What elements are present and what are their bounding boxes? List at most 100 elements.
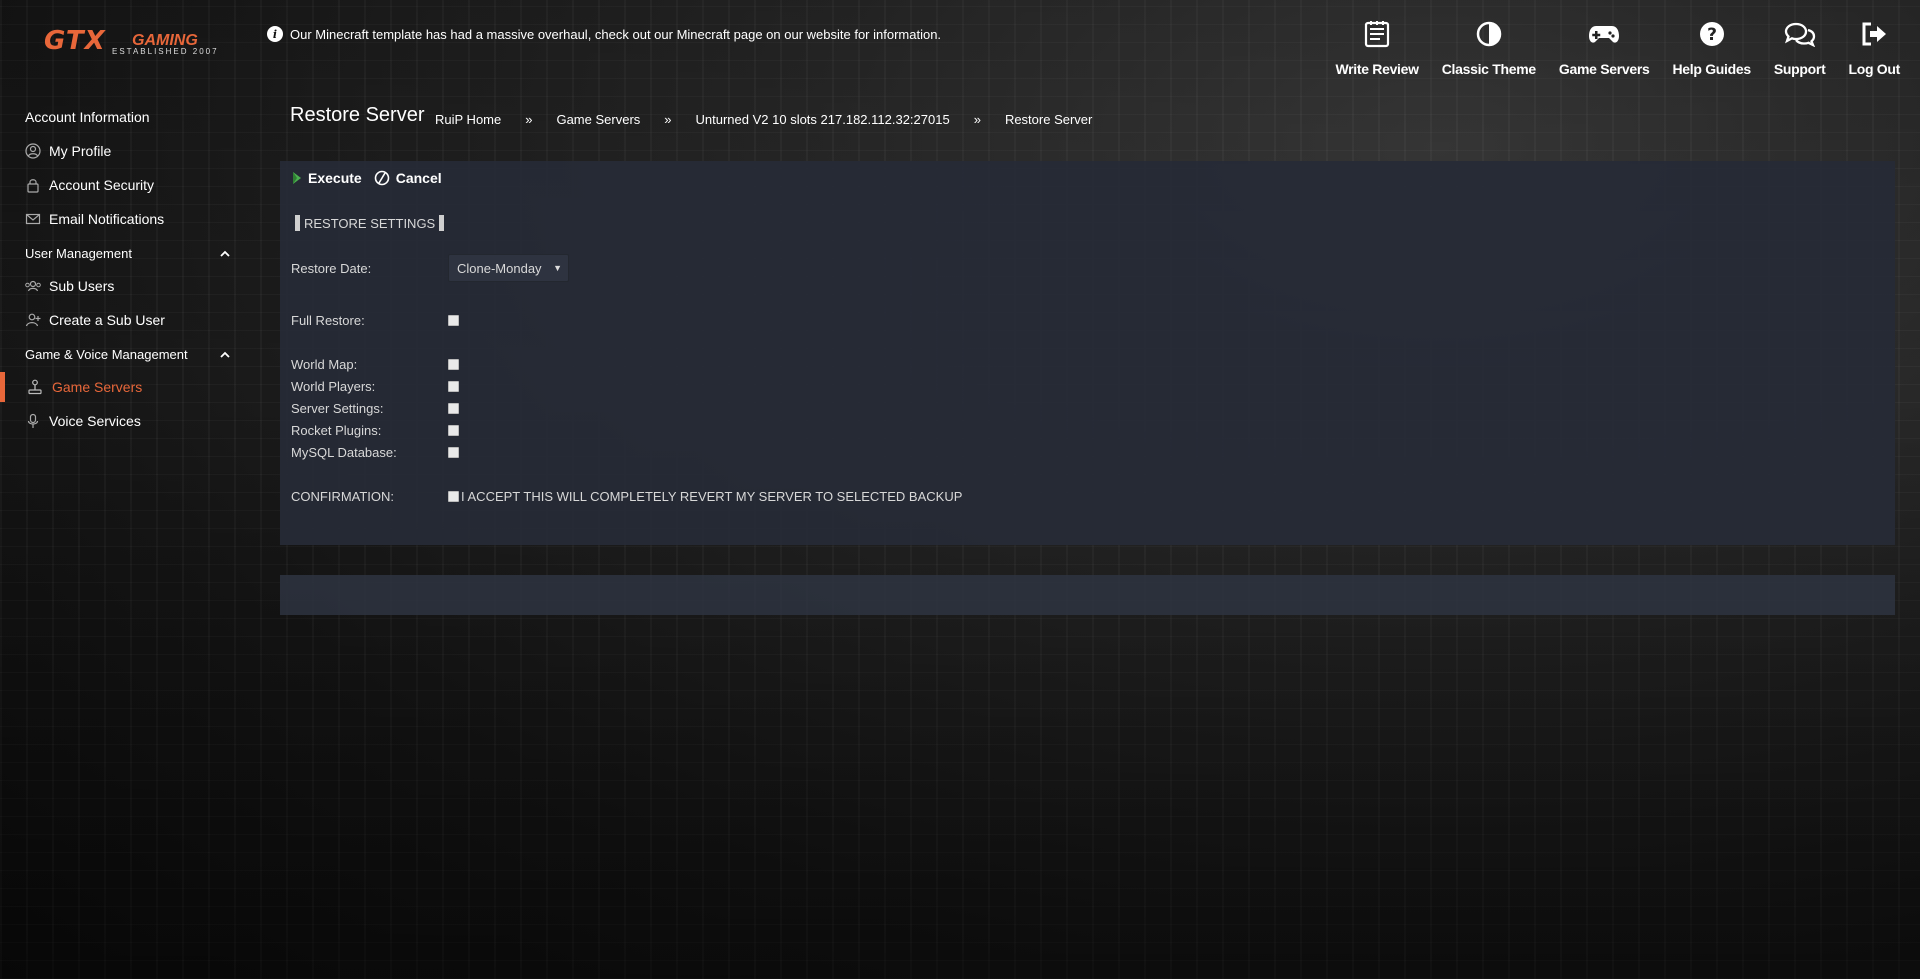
breadcrumb: RuiP Home » Game Servers » Unturned V2 1… bbox=[435, 112, 1116, 127]
envelope-icon bbox=[24, 210, 42, 228]
sidebar-section-user-management[interactable]: User Management bbox=[0, 238, 250, 269]
restore-date-label: Restore Date: bbox=[291, 260, 372, 276]
lock-icon bbox=[24, 176, 42, 194]
logout-icon bbox=[1860, 16, 1888, 52]
logo-tagline: ESTABLISHED 2007 bbox=[112, 47, 219, 56]
option-label: MySQL Database: bbox=[291, 445, 397, 460]
restore-date-select[interactable]: Clone-Monday ▼ bbox=[448, 254, 569, 282]
section-bar-left bbox=[295, 215, 300, 231]
breadcrumb-home[interactable]: RuiP Home bbox=[435, 112, 501, 127]
sidebar-item-email-notifications[interactable]: Email Notifications bbox=[0, 202, 250, 236]
sidebar-item-account-security[interactable]: Account Security bbox=[0, 168, 250, 202]
mysql-database-row: MySQL Database: bbox=[291, 445, 459, 460]
world-players-row: World Players: bbox=[291, 379, 459, 394]
nav-label: Write Review bbox=[1335, 61, 1419, 77]
cancel-label: Cancel bbox=[395, 170, 442, 186]
restore-date-value: Clone-Monday bbox=[457, 260, 542, 276]
nav-log-out[interactable]: Log Out bbox=[1848, 16, 1900, 77]
gtx-gaming-logo[interactable]: GTX GAMING ESTABLISHED 2007 bbox=[40, 12, 220, 76]
sidebar: Account Information My Profile Account S… bbox=[0, 100, 250, 438]
joystick-icon bbox=[26, 378, 44, 396]
sidebar-item-label: Email Notifications bbox=[49, 211, 165, 227]
confirmation-label: CONFIRMATION: bbox=[291, 489, 395, 504]
cancel-icon bbox=[374, 170, 390, 186]
empty-panel bbox=[280, 575, 1895, 615]
breadcrumb-separator: » bbox=[973, 112, 981, 127]
info-icon: i bbox=[267, 26, 283, 42]
gamepad-icon bbox=[1588, 16, 1620, 52]
sidebar-item-create-sub-user[interactable]: Create a Sub User bbox=[0, 303, 250, 337]
user-icon bbox=[24, 142, 42, 160]
execute-label: Execute bbox=[308, 170, 362, 186]
cancel-button[interactable]: Cancel bbox=[374, 170, 442, 186]
top-navigation: Write Review Classic Theme Game Servers … bbox=[1312, 16, 1900, 77]
server-settings-checkbox[interactable] bbox=[448, 403, 459, 414]
sidebar-item-my-profile[interactable]: My Profile bbox=[0, 134, 250, 168]
nav-label: Game Servers bbox=[1558, 61, 1650, 77]
announcement-text: Our Minecraft template has had a massive… bbox=[290, 26, 942, 42]
server-settings-row: Server Settings: bbox=[291, 401, 459, 416]
confirmation-row: CONFIRMATION: I ACCEPT THIS WILL COMPLET… bbox=[291, 489, 962, 504]
section-title: RESTORE SETTINGS bbox=[291, 215, 448, 231]
sidebar-heading-account: Account Information bbox=[25, 109, 150, 125]
option-label: World Players: bbox=[291, 379, 376, 394]
play-icon bbox=[292, 171, 302, 185]
breadcrumb-server[interactable]: Unturned V2 10 slots 217.182.112.32:2701… bbox=[696, 112, 950, 127]
svg-text:?: ? bbox=[1707, 25, 1717, 45]
mysql-database-checkbox[interactable] bbox=[448, 447, 459, 458]
nav-classic-theme[interactable]: Classic Theme bbox=[1442, 16, 1536, 77]
full-restore-checkbox[interactable] bbox=[448, 315, 459, 326]
add-user-icon bbox=[24, 311, 42, 329]
nav-label: Help Guides bbox=[1672, 61, 1751, 77]
sidebar-section-label: Game & Voice Management bbox=[25, 347, 188, 362]
sidebar-section-game-voice[interactable]: Game & Voice Management bbox=[0, 339, 250, 370]
chat-bubbles-icon bbox=[1784, 16, 1816, 52]
execute-button[interactable]: Execute bbox=[292, 170, 362, 186]
full-restore-label: Full Restore: bbox=[291, 313, 365, 328]
breadcrumb-game-servers[interactable]: Game Servers bbox=[556, 112, 640, 127]
breadcrumb-separator: » bbox=[525, 112, 533, 127]
page-title: Restore Server bbox=[290, 104, 425, 126]
action-bar: Execute Cancel bbox=[292, 170, 454, 186]
question-icon: ? bbox=[1698, 16, 1726, 52]
breadcrumb-current: Restore Server bbox=[1004, 112, 1093, 127]
chevron-up-icon bbox=[220, 246, 230, 261]
logo-text: GTX bbox=[44, 26, 106, 56]
restore-panel: Execute Cancel RESTORE SETTINGS Restore … bbox=[280, 161, 1895, 545]
sidebar-section-label: User Management bbox=[25, 246, 132, 261]
rocket-plugins-row: Rocket Plugins: bbox=[291, 423, 459, 438]
nav-write-review[interactable]: Write Review bbox=[1335, 16, 1419, 77]
option-label: Server Settings: bbox=[291, 401, 384, 416]
nav-label: Log Out bbox=[1848, 61, 1900, 77]
sidebar-item-label: Account Security bbox=[49, 177, 155, 193]
write-review-icon bbox=[1364, 16, 1390, 52]
breadcrumb-separator: » bbox=[664, 112, 672, 127]
sidebar-item-label: Voice Services bbox=[49, 413, 141, 429]
full-restore-row: Full Restore: bbox=[291, 313, 459, 328]
nav-label: Support bbox=[1773, 61, 1826, 77]
nav-game-servers[interactable]: Game Servers bbox=[1559, 16, 1650, 77]
microphone-icon bbox=[24, 412, 42, 430]
nav-support[interactable]: Support bbox=[1774, 16, 1826, 77]
option-label: World Map: bbox=[291, 357, 358, 372]
sidebar-item-label: My Profile bbox=[49, 143, 112, 159]
confirmation-checkbox[interactable] bbox=[448, 491, 459, 502]
announcement-banner: i Our Minecraft template has had a massi… bbox=[267, 26, 941, 42]
rocket-plugins-checkbox[interactable] bbox=[448, 425, 459, 436]
caret-down-icon: ▼ bbox=[553, 263, 562, 273]
sidebar-item-label: Game Servers bbox=[52, 379, 143, 395]
option-label: Rocket Plugins: bbox=[291, 423, 382, 438]
restore-date-row: Restore Date: Clone-Monday ▼ bbox=[291, 254, 569, 282]
world-map-checkbox[interactable] bbox=[448, 359, 459, 370]
sidebar-item-label: Create a Sub User bbox=[49, 312, 165, 328]
sidebar-item-game-servers[interactable]: Game Servers bbox=[0, 370, 250, 404]
world-map-row: World Map: bbox=[291, 357, 459, 372]
sidebar-item-label: Sub Users bbox=[49, 278, 115, 294]
world-players-checkbox[interactable] bbox=[448, 381, 459, 392]
sidebar-item-voice-services[interactable]: Voice Services bbox=[0, 404, 250, 438]
sidebar-item-sub-users[interactable]: Sub Users bbox=[0, 269, 250, 303]
confirmation-text: I ACCEPT THIS WILL COMPLETELY REVERT MY … bbox=[461, 489, 963, 504]
nav-label: Classic Theme bbox=[1441, 61, 1536, 77]
contrast-icon bbox=[1475, 16, 1503, 52]
nav-help-guides[interactable]: ? Help Guides bbox=[1672, 16, 1751, 77]
